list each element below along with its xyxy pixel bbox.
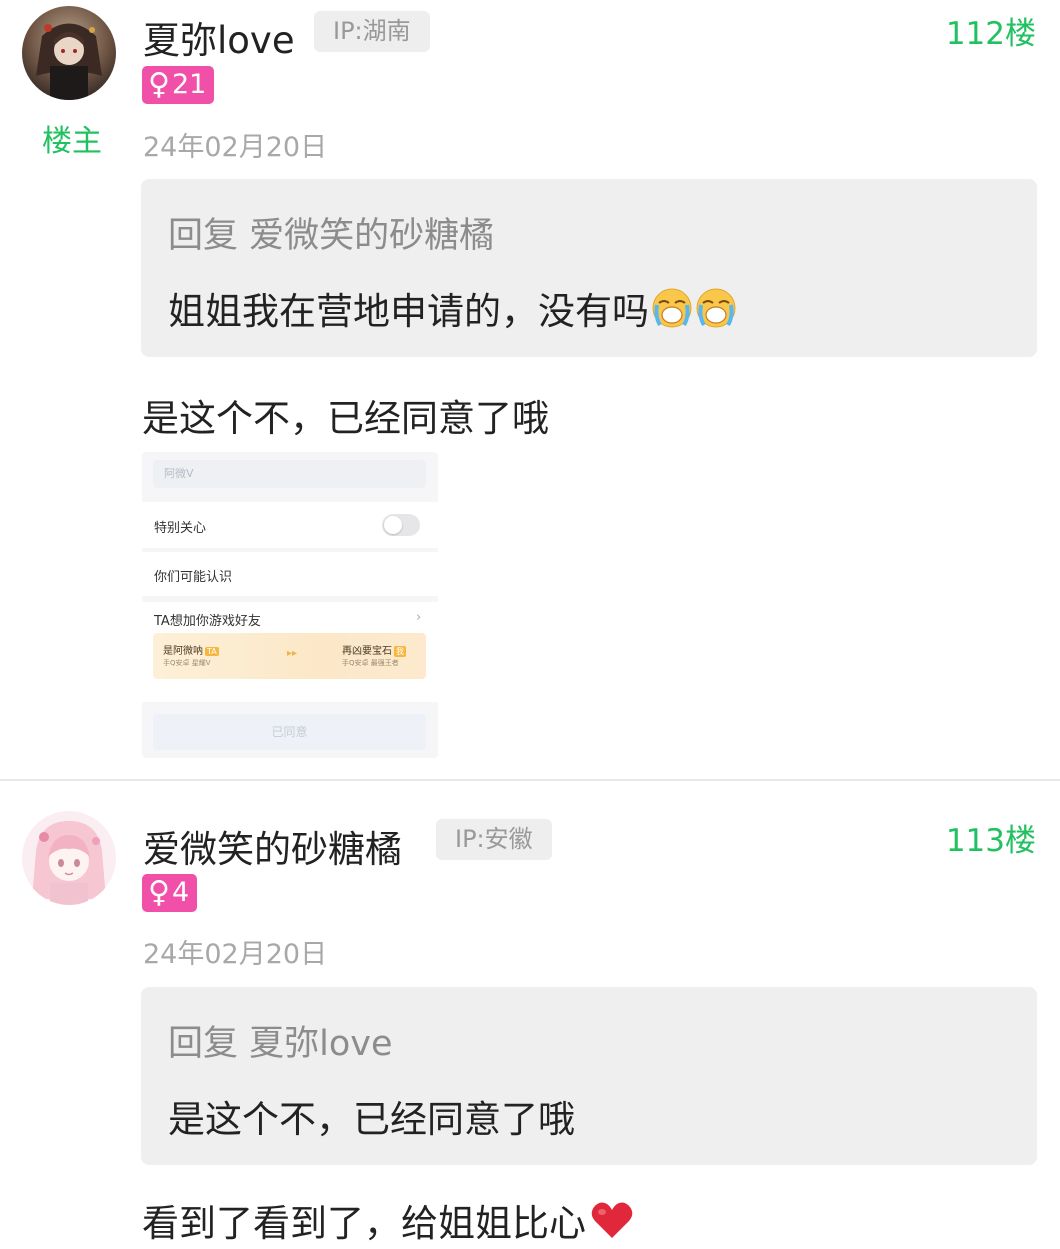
special-care-label: 特别关心 bbox=[154, 521, 207, 536]
attached-image[interactable]: 阿微V 特别关心 你们可能认识 TA想加你游戏好友 › 是阿微呐 TA 手Q安卓 … bbox=[142, 452, 438, 758]
reply-target-user[interactable]: 夏弥love bbox=[249, 1024, 392, 1064]
ip-location-tag: IP:湖南 bbox=[314, 11, 430, 52]
game-friend-card: 是阿微呐 TA 手Q安卓 星耀V ▸▸ 再凶要宝石我 手Q安卓 最强王者 bbox=[153, 633, 426, 679]
quoted-text: 是这个不，已经同意了哦 bbox=[168, 1089, 575, 1143]
gender-level-badge: ♀ 21 bbox=[142, 66, 215, 104]
may-know-label: 你们可能认识 bbox=[154, 570, 233, 585]
avatar[interactable] bbox=[22, 811, 116, 905]
floor-number: 113楼 bbox=[945, 823, 1036, 859]
game-card-right-sub: 手Q安卓 最强王者 bbox=[342, 659, 399, 667]
level-value: 4 bbox=[171, 877, 190, 908]
comment-body: 是这个不，已经同意了哦 bbox=[142, 397, 549, 440]
special-care-row: 特别关心 bbox=[142, 502, 438, 548]
post-date: 24年02月20日 bbox=[143, 939, 328, 970]
reply-target-user[interactable]: 爱微笑的砂糖橘 bbox=[249, 216, 494, 256]
may-know-row: 你们可能认识 bbox=[142, 552, 438, 596]
reply-prefix: 回复 bbox=[168, 1024, 239, 1064]
quoted-text-body: 姐姐我在营地申请的，没有吗 bbox=[168, 290, 649, 333]
special-care-toggle bbox=[382, 514, 420, 536]
game-card-left-name: 是阿微呐 TA bbox=[163, 642, 219, 657]
agreed-button: 已同意 bbox=[153, 714, 426, 750]
post-date: 24年02月20日 bbox=[143, 132, 328, 163]
loudly-crying-face-icon bbox=[651, 287, 693, 329]
username[interactable]: 爱微笑的砂糖橘 bbox=[143, 819, 402, 873]
game-friend-row: TA想加你游戏好友 › 是阿微呐 TA 手Q安卓 星耀V ▸▸ 再凶要宝石我 手Q… bbox=[142, 602, 438, 702]
game-card-left-sub: 手Q安卓 星耀V bbox=[163, 659, 211, 667]
game-card-right-name: 再凶要宝石我 bbox=[342, 642, 406, 657]
gender-level-badge: ♀ 4 bbox=[142, 874, 198, 912]
quoted-reply[interactable]: 回复 夏弥love 是这个不，已经同意了哦 bbox=[141, 987, 1037, 1165]
quoted-text-body: 是这个不，已经同意了哦 bbox=[168, 1098, 575, 1141]
comment-post-112: 楼主 夏弥love IP:湖南 112楼 ♀ 21 24年02月20日 回复 爱… bbox=[0, 0, 1060, 780]
reply-header: 回复 爱微笑的砂糖橘 bbox=[168, 207, 494, 258]
search-input: 阿微V bbox=[153, 460, 426, 488]
arrow-icon: ▸▸ bbox=[287, 648, 298, 659]
right-name-text: 再凶要宝石 bbox=[342, 646, 392, 657]
left-name-text: 是阿微呐 bbox=[163, 646, 203, 657]
right-tag: 我 bbox=[394, 646, 406, 657]
quoted-reply[interactable]: 回复 爱微笑的砂糖橘 姐姐我在营地申请的，没有吗 bbox=[141, 179, 1037, 357]
comment-body-text: 看到了看到了，给姐姐比心 bbox=[142, 1202, 586, 1245]
female-icon: ♀ bbox=[148, 67, 170, 102]
level-value: 21 bbox=[171, 69, 207, 100]
floor-number: 112楼 bbox=[945, 16, 1036, 52]
comment-body: 看到了看到了，给姐姐比心 bbox=[142, 1193, 634, 1247]
loudly-crying-face-icon bbox=[695, 287, 737, 329]
quoted-text: 姐姐我在营地申请的，没有吗 bbox=[168, 281, 737, 335]
ip-location-tag: IP:安徽 bbox=[436, 819, 552, 860]
game-friend-label: TA想加你游戏好友 bbox=[154, 614, 261, 629]
red-heart-icon bbox=[590, 1200, 634, 1240]
female-icon: ♀ bbox=[148, 875, 170, 910]
chevron-right-icon: › bbox=[416, 610, 422, 625]
reply-prefix: 回复 bbox=[168, 216, 239, 256]
reply-header: 回复 夏弥love bbox=[168, 1015, 393, 1066]
left-tag: TA bbox=[205, 647, 219, 656]
username[interactable]: 夏弥love bbox=[143, 10, 295, 64]
comment-post-113: 爱微笑的砂糖橘 IP:安徽 113楼 ♀ 4 24年02月20日 回复 夏弥lo… bbox=[0, 781, 1060, 1249]
op-badge: 楼主 bbox=[42, 124, 102, 159]
avatar[interactable] bbox=[22, 6, 116, 100]
